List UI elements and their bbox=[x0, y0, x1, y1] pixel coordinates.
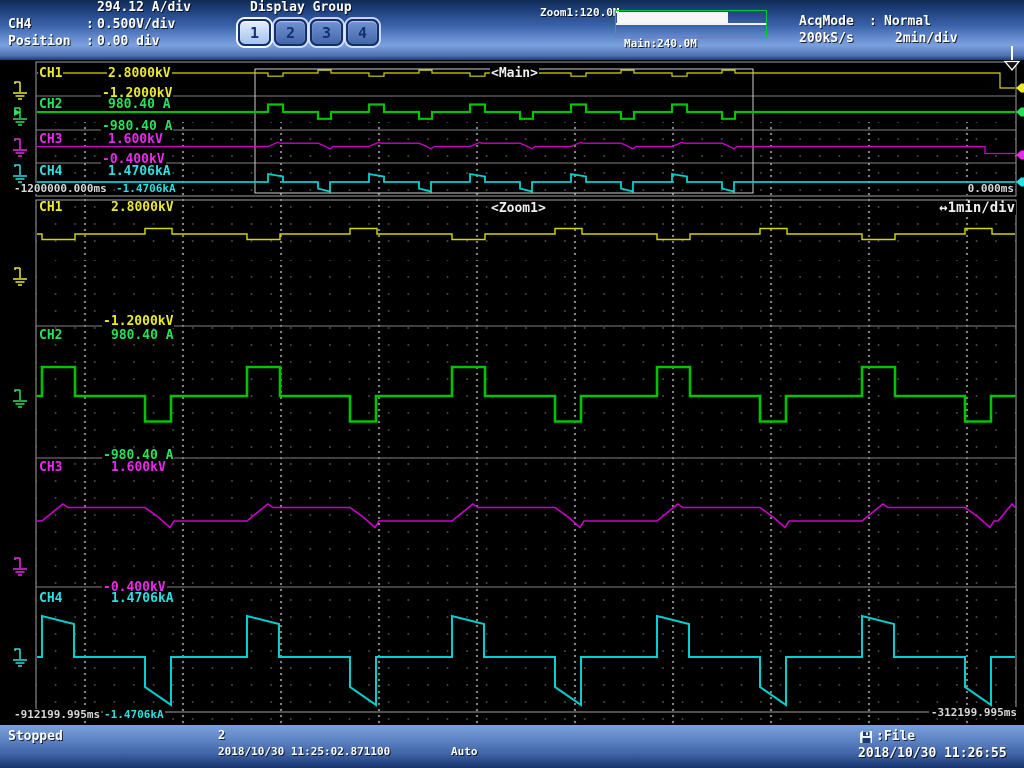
ground-marker-main-ch1[interactable] bbox=[13, 82, 27, 99]
ch4-readout-label: CH4 bbox=[8, 18, 31, 32]
main-strip-frame bbox=[36, 62, 1016, 196]
display-group-button-3[interactable]: 3 bbox=[310, 19, 343, 46]
channel-position-tag-ch3[interactable] bbox=[1016, 151, 1024, 160]
zoom1-length-label: Zoom1:120.0M bbox=[540, 7, 619, 19]
channel-position-tag-ch1[interactable] bbox=[1016, 84, 1024, 93]
clock: 2018/10/30 11:26:55 bbox=[858, 747, 1007, 761]
scope-svg-layer bbox=[0, 60, 1024, 725]
trace-main-ch4 bbox=[37, 174, 1015, 192]
ch4-volt-scale: 0.500V/div bbox=[97, 18, 175, 32]
trigger-position-marker[interactable] bbox=[1005, 62, 1019, 71]
display-group-buttons: 1 2 3 4 bbox=[238, 19, 379, 46]
trace-main-ch3 bbox=[37, 142, 1015, 153]
acqmode-value: Normal bbox=[884, 15, 931, 29]
trace-main-ch2 bbox=[37, 105, 1015, 119]
position-value: 0.00 div bbox=[97, 35, 160, 49]
acqmode-label: AcqMode bbox=[799, 15, 854, 29]
ground-marker-zoom-ch2[interactable] bbox=[13, 390, 27, 407]
ch4-readout-sep: : bbox=[86, 18, 94, 32]
display-group-button-1[interactable]: 1 bbox=[238, 19, 271, 46]
channel-position-tag-ch2[interactable] bbox=[1016, 108, 1024, 117]
ground-marker-zoom-ch1[interactable] bbox=[13, 268, 27, 285]
zoom-strip-frame bbox=[36, 200, 1016, 712]
history-number: 2 bbox=[218, 729, 225, 741]
trace-zoom-ch1 bbox=[37, 229, 1015, 240]
zoom1-window-region[interactable] bbox=[617, 12, 728, 23]
zoom-indicator-divider bbox=[616, 23, 766, 25]
trigger-position-stem bbox=[1011, 46, 1013, 60]
ground-marker-main-ch3[interactable] bbox=[13, 139, 27, 156]
ground-marker-main-ch4[interactable] bbox=[13, 165, 27, 182]
channel-position-tag-ch4[interactable] bbox=[1016, 178, 1024, 187]
status-bar: Stopped 2 2018/10/30 11:25:02.871100 Aut… bbox=[0, 725, 1024, 768]
acq-timestamp: 2018/10/30 11:25:02.871100 bbox=[218, 746, 390, 758]
trace-zoom-ch4 bbox=[37, 616, 1015, 705]
trigger-mode: Auto bbox=[451, 746, 478, 758]
acqmode-sep: : bbox=[869, 15, 877, 29]
main-timebase: 2min/div bbox=[895, 32, 958, 46]
main-length-label: Main:240.0M bbox=[624, 38, 697, 50]
display-group-button-4[interactable]: 4 bbox=[346, 19, 379, 46]
position-sep: : bbox=[86, 35, 94, 49]
position-label: Position bbox=[8, 35, 71, 49]
trace-main-ch1 bbox=[37, 70, 1015, 88]
acq-state: Stopped bbox=[8, 730, 63, 744]
ground-marker-zoom-ch3[interactable] bbox=[13, 558, 27, 575]
display-group-title: Display Group bbox=[250, 1, 352, 15]
oscilloscope-screen: 294.12 A/div CH4 : 0.500V/div Position :… bbox=[0, 0, 1024, 768]
trace-zoom-ch2 bbox=[37, 367, 1015, 422]
top-bar: 294.12 A/div CH4 : 0.500V/div Position :… bbox=[0, 0, 1024, 60]
ground-marker-zoom-ch4[interactable] bbox=[13, 649, 27, 666]
zoom-position-indicator[interactable] bbox=[615, 10, 767, 38]
ch4-current-scale: 294.12 A/div bbox=[97, 1, 191, 15]
sample-rate: 200kS/s bbox=[799, 32, 854, 46]
file-menu-label[interactable]: :File bbox=[876, 730, 915, 744]
trace-zoom-ch3 bbox=[37, 504, 1015, 528]
display-group-button-2[interactable]: 2 bbox=[274, 19, 307, 46]
